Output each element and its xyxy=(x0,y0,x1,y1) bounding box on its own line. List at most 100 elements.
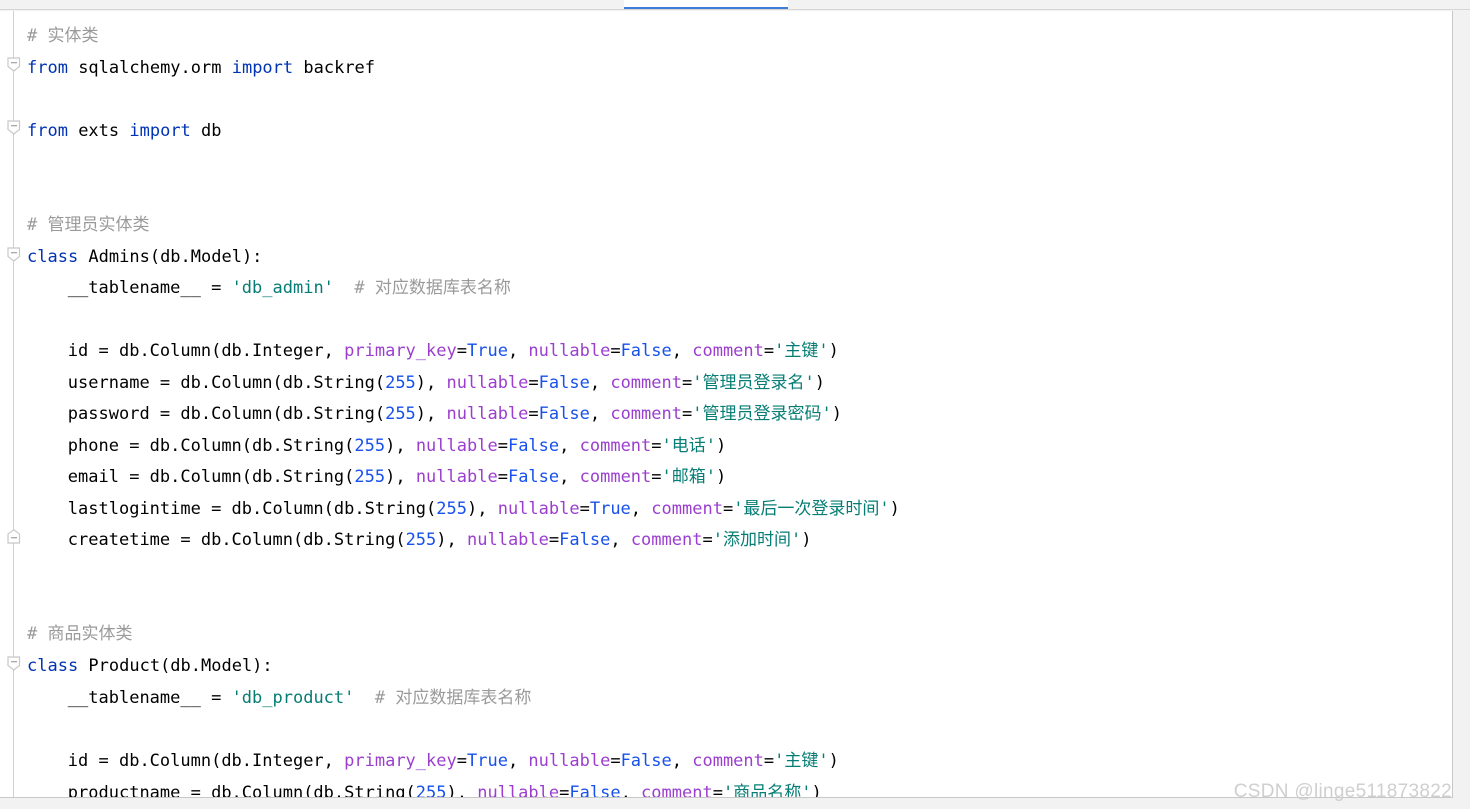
code-token-plain: ) xyxy=(814,373,825,393)
code-line[interactable]: productname = db.Column(db.String(255), … xyxy=(67,778,822,798)
code-token-bool: False xyxy=(620,341,672,361)
code-line[interactable]: email = db.Column(db.String(255), nullab… xyxy=(68,462,726,493)
code-token-plain: ), xyxy=(415,373,447,393)
code-token-kwarg: nullable xyxy=(528,341,611,361)
code-line[interactable]: class Admins(db.Model): xyxy=(27,242,262,273)
code-token-plain: password = db.Column(db.String( xyxy=(67,404,386,424)
code-token-plain: username = db.Column(db.String( xyxy=(67,373,386,393)
code-token-plain: , xyxy=(507,341,529,361)
code-token-str: 'db_admin' xyxy=(231,278,334,298)
code-token-plain: ) xyxy=(828,341,839,361)
code-token-plain: ), xyxy=(385,436,416,456)
code-token-plain: = xyxy=(610,341,621,361)
fold-collapse-icon xyxy=(7,120,21,135)
code-token-plain: exts xyxy=(67,121,130,141)
code-token-plain: id = db.Column(db.Integer, xyxy=(67,751,345,771)
code-token-plain: ) xyxy=(811,783,822,798)
code-token-plain: email = db.Column(db.String( xyxy=(67,467,355,487)
code-token-com: # xyxy=(27,215,48,235)
code-token-kwarg: nullable xyxy=(415,436,498,456)
editor-gutter[interactable] xyxy=(0,11,27,797)
code-token-kwarg: nullable xyxy=(528,751,611,771)
fold-collapse-marker[interactable] xyxy=(7,656,21,671)
fold-end-icon xyxy=(7,529,21,544)
code-token-bool: False xyxy=(538,404,590,424)
code-token-com: 实体类 xyxy=(47,26,99,46)
code-token-plain: id = db.Column(db.Integer, xyxy=(67,341,345,361)
code-token-plain: ) xyxy=(716,467,727,487)
code-line[interactable]: id = db.Column(db.Integer, primary_key=T… xyxy=(68,746,839,777)
code-content[interactable]: # 实体类 from sqlalchemy.orm import backref f… xyxy=(27,11,1452,797)
code-token-plain: , xyxy=(589,373,611,393)
code-line[interactable]: # 实体类 xyxy=(27,21,98,52)
code-line[interactable]: phone = db.Column(db.String(255), nullab… xyxy=(68,431,726,462)
code-token-num: 255 xyxy=(415,783,447,798)
code-token-str: '管理员登录密码' xyxy=(692,404,832,424)
code-token-plain: ) xyxy=(716,436,727,456)
code-token-plain: lastlogintime = db.Column(db.String( xyxy=(67,499,437,519)
code-token-plain: ), xyxy=(466,499,498,519)
editor-tab-2[interactable] xyxy=(270,0,400,9)
code-token-com: # xyxy=(27,26,48,46)
code-line[interactable]: from exts import db xyxy=(27,116,222,147)
code-token-plain: Admins(db.Model): xyxy=(78,247,263,267)
code-token-plain: = xyxy=(702,530,713,550)
code-token-plain: = xyxy=(456,341,467,361)
fold-collapse-marker[interactable] xyxy=(7,57,21,72)
code-line[interactable]: # 商品实体类 xyxy=(27,619,132,650)
code-token-str: '商品名称' xyxy=(722,783,812,798)
code-token-com: 对应数据库表名称 xyxy=(395,688,532,708)
code-line[interactable]: password = db.Column(db.String(255), nul… xyxy=(68,399,842,430)
code-line[interactable]: from sqlalchemy.orm import backref xyxy=(27,53,375,84)
code-line[interactable]: class Product(db.Model): xyxy=(27,651,273,682)
code-token-plain: , xyxy=(507,751,529,771)
code-token-kwarg: nullable xyxy=(415,467,498,487)
code-token-plain: , xyxy=(630,499,652,519)
fold-collapse-icon xyxy=(7,656,21,671)
code-token-plain: = xyxy=(548,530,560,550)
code-token-com: 管理员实体类 xyxy=(47,215,150,235)
code-token-plain: , xyxy=(559,436,580,456)
code-line[interactable]: # 管理员实体类 xyxy=(27,210,149,241)
code-token-com: # xyxy=(27,624,48,644)
code-token-bool: False xyxy=(620,751,672,771)
code-token-kwarg: comment xyxy=(641,783,713,798)
fold-end-marker[interactable] xyxy=(7,529,21,544)
code-token-plain: ), xyxy=(446,783,478,798)
code-token-bool: False xyxy=(507,467,560,487)
code-token-plain: = xyxy=(651,436,662,456)
code-token-plain: backref xyxy=(293,58,376,78)
editor-tab-4[interactable] xyxy=(624,0,788,9)
fold-collapse-marker[interactable] xyxy=(7,247,21,262)
code-token-plain: ) xyxy=(828,751,839,771)
code-token-kwarg: comment xyxy=(579,467,652,487)
editor-tab-3[interactable] xyxy=(460,0,590,9)
editor-window: # 实体类 from sqlalchemy.orm import backref f… xyxy=(0,0,1470,809)
code-token-plain: Product(db.Model): xyxy=(78,656,273,676)
code-token-kwarg: comment xyxy=(610,404,682,424)
fold-collapse-icon xyxy=(7,57,21,72)
code-token-plain: __tablename__ = xyxy=(67,278,232,298)
code-token-plain: productname = db.Column(db.String( xyxy=(67,783,416,798)
code-token-kw: class xyxy=(27,247,79,267)
code-token-bool: True xyxy=(466,751,508,771)
code-token-bool: True xyxy=(466,341,508,361)
editor-tab-1[interactable] xyxy=(70,0,190,9)
code-token-kw: from xyxy=(27,121,68,141)
code-token-kwarg: comment xyxy=(630,530,703,550)
code-line[interactable]: id = db.Column(db.Integer, primary_key=T… xyxy=(68,336,839,367)
code-line[interactable]: __tablename__ = 'db_product' # 对应数据库表名称 xyxy=(68,683,532,714)
fold-collapse-marker[interactable] xyxy=(7,120,21,135)
code-token-bool: True xyxy=(589,499,631,519)
code-token-plain: , xyxy=(671,751,693,771)
code-editor[interactable]: # 实体类 from sqlalchemy.orm import backref f… xyxy=(0,11,1453,798)
code-line[interactable]: username = db.Column(db.String(255), nul… xyxy=(68,368,825,399)
code-token-str: '主键' xyxy=(774,751,829,771)
code-token-plain: db xyxy=(190,121,222,141)
editor-tab-5[interactable] xyxy=(790,0,910,9)
code-token-plain: , xyxy=(559,467,580,487)
code-line[interactable]: lastlogintime = db.Column(db.String(255)… xyxy=(68,494,900,525)
code-line[interactable]: __tablename__ = 'db_admin' # 对应数据库表名称 xyxy=(68,273,511,304)
code-token-plain: ) xyxy=(889,499,900,519)
code-line[interactable]: createtime = db.Column(db.String(255), n… xyxy=(68,525,812,556)
